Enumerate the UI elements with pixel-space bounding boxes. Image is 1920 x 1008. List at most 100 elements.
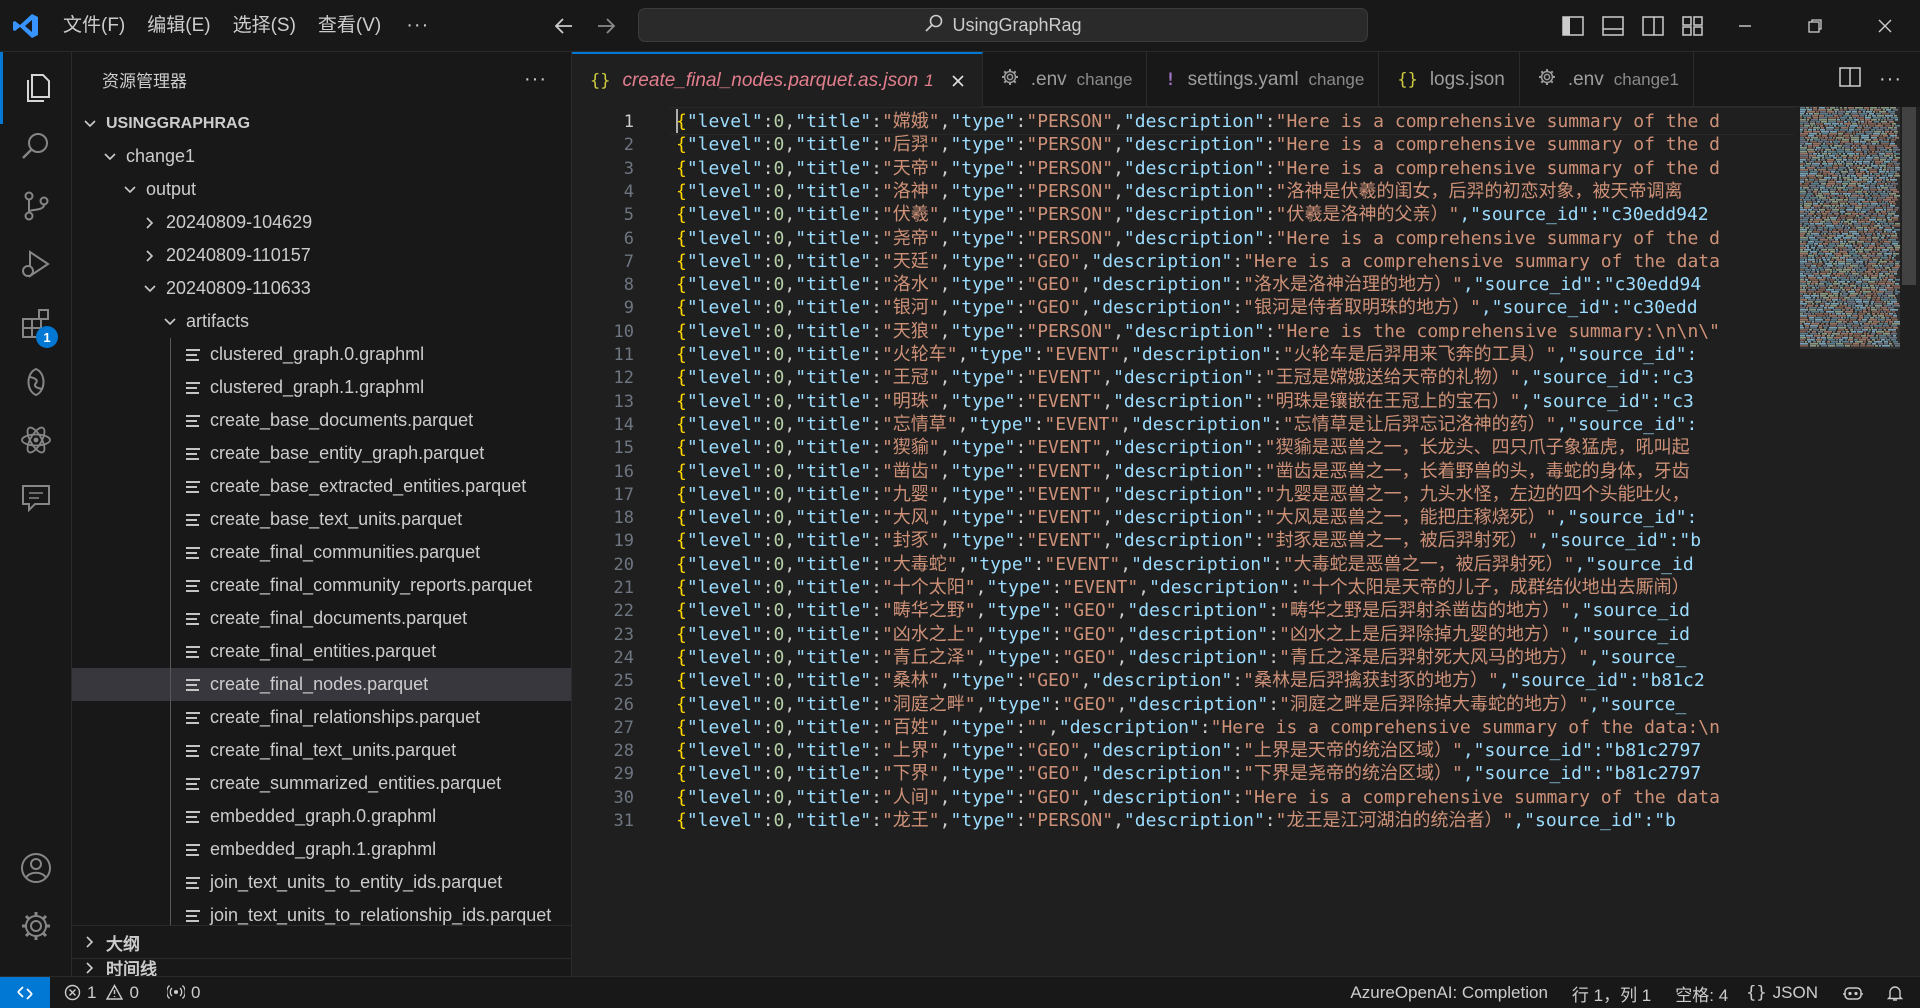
scrollbar-thumb[interactable] [1902, 107, 1916, 285]
json-syntax: " [1282, 413, 1294, 435]
close-tab-icon[interactable] [948, 71, 968, 91]
file-item[interactable]: create_base_entity_graph.parquet [72, 437, 571, 470]
json-syntax: , [1120, 413, 1132, 435]
file-item[interactable]: clustered_graph.1.graphml [72, 371, 571, 404]
editor-tab[interactable]: ! settings.yaml change [1147, 52, 1380, 107]
menu-more-button[interactable]: ··· [392, 14, 443, 37]
json-key: "type" [950, 460, 1016, 482]
vertical-scrollbar[interactable] [1900, 107, 1920, 976]
cursor-position[interactable]: 行 1，列 1 [1558, 977, 1661, 1008]
json-syntax: " [928, 250, 940, 272]
code-content[interactable]: {"level":0,"title":"嫦娥","type":"PERSON",… [676, 107, 1793, 976]
file-lines-icon [186, 744, 200, 757]
problems-indicator[interactable]: 1 0 [50, 977, 149, 1008]
json-number: 0 [773, 810, 785, 831]
timeline-section[interactable]: 时间线 [72, 958, 571, 976]
folder-item[interactable]: artifacts [72, 305, 571, 338]
file-item[interactable]: create_final_nodes.parquet [72, 668, 571, 701]
json-key: "level" [686, 763, 763, 785]
menu-view[interactable]: 查看(V) [307, 0, 392, 52]
editor-tab[interactable]: {} create_final_nodes.parquet.as.json 1 [572, 52, 983, 107]
toggle-primary-sidebar-icon[interactable] [1560, 13, 1586, 39]
file-lines-icon [186, 579, 200, 592]
folder-item[interactable]: 20240809-110157 [72, 239, 571, 272]
tree-item-label: create_final_community_reports.parquet [210, 575, 533, 595]
workspace-root[interactable]: USINGGRAPHRAG [72, 107, 571, 140]
json-syntax: " [1451, 763, 1463, 785]
toggle-panel-icon[interactable] [1600, 13, 1626, 39]
remote-indicator[interactable] [0, 976, 50, 1008]
folder-item[interactable]: change1 [72, 140, 571, 173]
minimize-icon[interactable] [1710, 0, 1780, 52]
json-syntax: , [939, 274, 951, 296]
file-item[interactable]: embedded_graph.0.graphml [72, 800, 571, 833]
ports-indicator[interactable]: 0 [149, 977, 210, 1008]
json-syntax: " [881, 390, 893, 412]
code-editor[interactable]: 1 2 3 4 5 6 7 8 9 10 11 12 13 14 15 16 17 18 19 20 21 22 23 24 2… [572, 107, 1920, 976]
json-syntax: : [1015, 460, 1027, 482]
minimap-viewport[interactable] [1800, 107, 1900, 349]
file-item[interactable]: create_final_documents.parquet [72, 602, 571, 635]
toggle-secondary-sidebar-icon[interactable] [1640, 13, 1666, 39]
editor-more-button[interactable]: ··· [1879, 68, 1902, 91]
json-key: "type" [950, 530, 1016, 552]
gear-icon [1538, 68, 1556, 91]
json-key: "description" [1091, 786, 1233, 808]
folder-item[interactable]: output [72, 173, 571, 206]
forward-arrow-icon[interactable] [594, 14, 618, 38]
outline-section[interactable]: 大纲 [72, 925, 571, 958]
json-syntax: : [1268, 693, 1280, 715]
model-indicator[interactable]: AzureOpenAI: Completion [1340, 977, 1558, 1008]
language-mode[interactable]: {} JSON [1738, 977, 1828, 1008]
json-syntax: , [784, 553, 796, 575]
file-item[interactable]: create_final_text_units.parquet [72, 734, 571, 767]
settings-gear-icon[interactable] [0, 890, 72, 962]
code-line[interactable]: {"level":0,"title":"龙王","type":"PERSON",… [676, 807, 1676, 835]
menu-file[interactable]: 文件(F) [52, 0, 136, 52]
explorer-more-button[interactable]: ··· [524, 68, 547, 91]
editor-tab[interactable]: {} logs.json [1379, 52, 1520, 107]
minimap[interactable] [1800, 107, 1903, 976]
folder-item[interactable]: 20240809-110633 [72, 272, 571, 305]
file-item[interactable]: create_base_text_units.parquet [72, 503, 571, 536]
command-center-search[interactable]: UsingGraphRag [638, 8, 1368, 42]
file-item[interactable]: create_final_entities.parquet [72, 635, 571, 668]
file-item[interactable]: create_final_communities.parquet [72, 536, 571, 569]
file-item[interactable]: join_text_units_to_entity_ids.parquet [72, 866, 571, 899]
menu-edit[interactable]: 编辑(E) [136, 0, 221, 52]
customize-layout-icon[interactable] [1680, 13, 1706, 39]
json-description-value: 洞庭之畔是后羿除掉大毒蛇的地方） [1289, 693, 1578, 715]
close-window-icon[interactable] [1850, 0, 1920, 52]
copilot-indicator[interactable] [1828, 977, 1874, 1008]
back-arrow-icon[interactable] [552, 14, 576, 38]
json-key: "description" [1123, 134, 1265, 156]
file-item[interactable]: embedded_graph.1.graphml [72, 833, 571, 866]
json-brace: { [676, 530, 687, 552]
folder-item[interactable]: 20240809-104629 [72, 206, 571, 239]
file-lines-icon [186, 546, 200, 559]
notifications-indicator[interactable] [1874, 977, 1920, 1008]
json-syntax: : [762, 716, 774, 738]
json-key: "type" [950, 320, 1016, 342]
file-lines-icon [186, 711, 200, 724]
chat-icon[interactable] [0, 462, 72, 534]
file-item[interactable]: create_final_community_reports.parquet [72, 569, 571, 602]
editor-tab[interactable]: .env change1 [1520, 52, 1694, 107]
file-item[interactable]: create_final_relationships.parquet [72, 701, 571, 734]
json-syntax: , [939, 111, 951, 132]
json-syntax: , [939, 297, 951, 319]
file-item[interactable]: create_summarized_entities.parquet [72, 767, 571, 800]
file-item[interactable]: clustered_graph.0.graphml [72, 338, 571, 371]
split-editor-icon[interactable] [1839, 67, 1861, 92]
indentation[interactable]: 空格: 4 [1661, 977, 1738, 1008]
file-item[interactable]: create_base_documents.parquet [72, 404, 571, 437]
file-item[interactable]: create_base_extracted_entities.parquet [72, 470, 571, 503]
json-syntax: , [784, 227, 796, 249]
restore-icon[interactable] [1780, 0, 1850, 52]
json-syntax: " [1105, 646, 1117, 668]
json-syntax: " [1300, 577, 1312, 598]
menu-selection[interactable]: 选择(S) [222, 0, 307, 52]
json-syntax: , [1116, 623, 1128, 645]
json-type-value: EVENT [1037, 367, 1092, 389]
editor-tab[interactable]: .env change [983, 52, 1148, 107]
